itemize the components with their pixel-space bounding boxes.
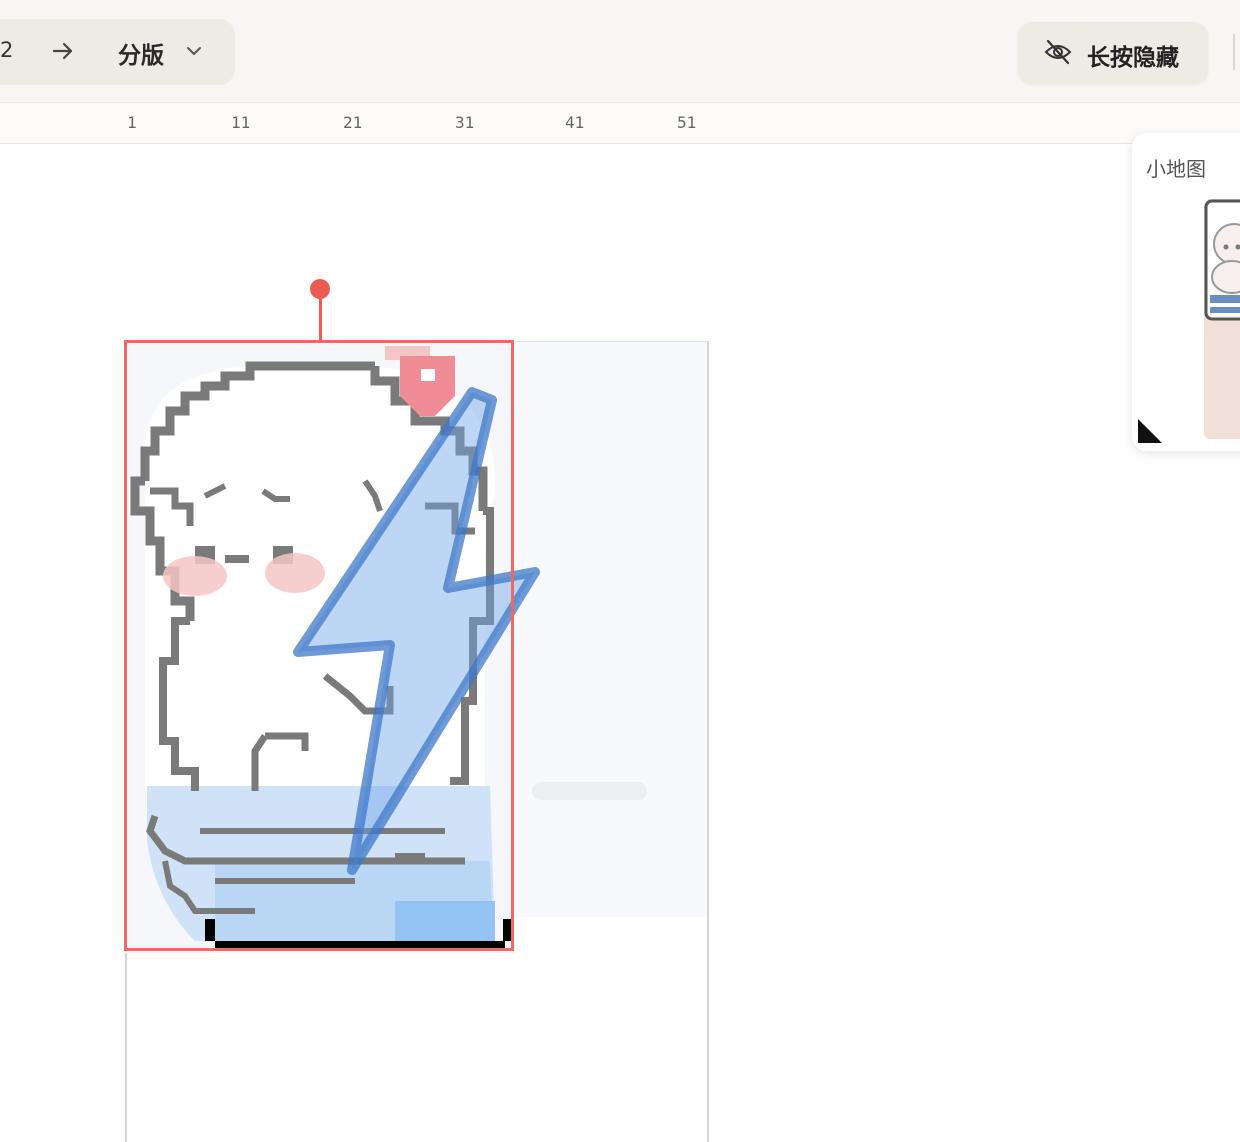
chevron-down-icon[interactable] bbox=[184, 43, 204, 59]
ruler-tick: 1 bbox=[127, 113, 137, 132]
horizontal-ruler: 1 11 21 31 41 51 bbox=[0, 103, 1240, 144]
rotate-handle-stem bbox=[319, 298, 322, 340]
top-toolbar: 2 分版 长按隐藏 bbox=[0, 0, 1240, 103]
resize-corner-icon[interactable] bbox=[1138, 419, 1162, 443]
split-dropdown-label[interactable]: 分版 bbox=[118, 36, 164, 70]
eye-off-icon[interactable] bbox=[1043, 38, 1073, 66]
ruler-tick: 31 bbox=[455, 113, 474, 132]
ruler-tick: 41 bbox=[565, 113, 584, 132]
toolbar-divider bbox=[1233, 34, 1235, 70]
ruler-tick: 21 bbox=[343, 113, 362, 132]
hide-button-label[interactable]: 长按隐藏 bbox=[1087, 38, 1179, 72]
minimap-panel[interactable]: 小地图 bbox=[1132, 133, 1240, 451]
minimap-title: 小地图 bbox=[1146, 153, 1206, 182]
arrow-right-icon[interactable] bbox=[50, 38, 76, 64]
selection-frame[interactable] bbox=[124, 340, 514, 951]
rotate-handle[interactable] bbox=[310, 279, 330, 299]
minimap-thumbnail[interactable] bbox=[1204, 199, 1240, 439]
page-number: 2 bbox=[0, 38, 13, 62]
ruler-tick: 51 bbox=[677, 113, 696, 132]
ruler-tick: 11 bbox=[231, 113, 250, 132]
